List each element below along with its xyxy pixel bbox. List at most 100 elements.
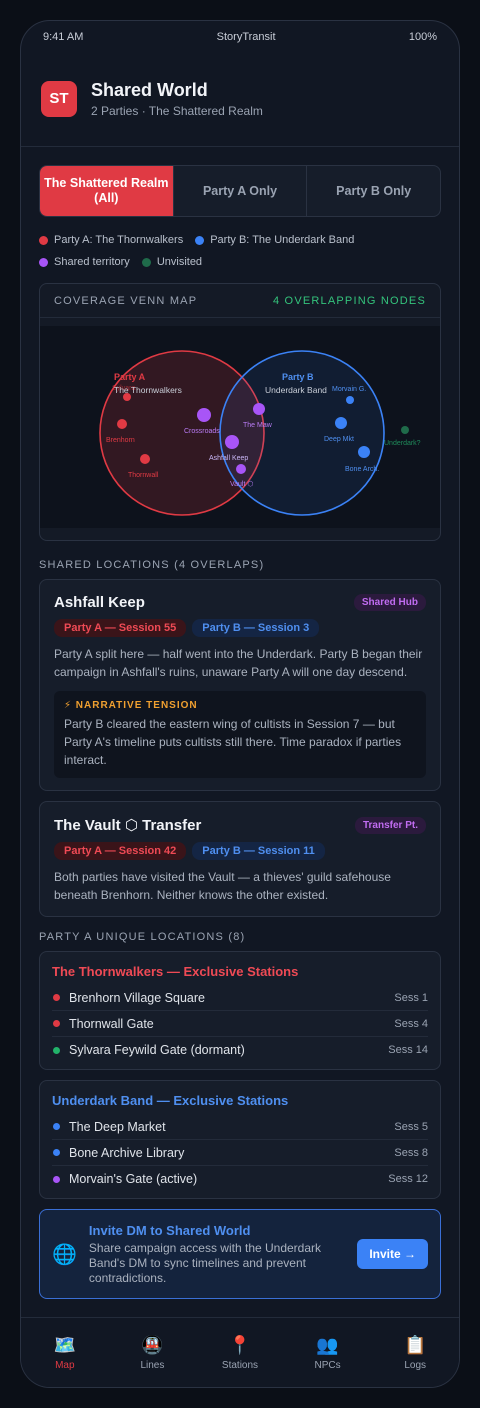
tab-map[interactable]: 🗺️ Map xyxy=(21,1318,109,1387)
legend-label: Shared territory xyxy=(54,256,130,268)
tab-logs[interactable]: 📋 Logs xyxy=(371,1318,459,1387)
node-the-maw[interactable] xyxy=(253,403,265,415)
underdark-stations-card: Underdark Band — Exclusive Stations The … xyxy=(39,1080,441,1199)
thornwalkers-stations-card: The Thornwalkers — Exclusive Stations Br… xyxy=(39,951,441,1070)
station-row[interactable]: Morvain's Gate (active) Sess 12 xyxy=(52,1166,428,1192)
invite-text: Share campaign access with the Underdark… xyxy=(88,1240,322,1285)
station-name: Sylvara Feywild Gate (dormant) xyxy=(69,1043,245,1057)
map-icon: 🗺️ xyxy=(53,1334,76,1355)
node-label-brenhorn: Brenhorn xyxy=(106,437,135,444)
station-row[interactable]: Bone Archive Library Sess 8 xyxy=(52,1140,428,1166)
coverage-venn-map: COVERAGE VENN MAP 4 OVERLAPPING NODES Pa… xyxy=(39,283,441,541)
legend-dot xyxy=(195,235,205,245)
node-brenhorn[interactable] xyxy=(117,419,127,429)
underdark-title: Underdark Band — Exclusive Stations xyxy=(52,1093,289,1108)
tab-label: NPCs xyxy=(314,1359,341,1371)
people-icon: 👥 xyxy=(316,1334,339,1355)
card-title: Ashfall Keep xyxy=(54,594,145,611)
status-bar: 9:41 AM StoryTransit 100% xyxy=(21,21,459,53)
station-row[interactable]: Thornwall Gate Sess 4 xyxy=(52,1011,428,1037)
node-ashfall-keep[interactable] xyxy=(225,435,239,449)
party-a-sub: The Thornwalkers xyxy=(114,385,182,395)
node-vault[interactable] xyxy=(236,464,246,474)
node-deep-market[interactable] xyxy=(335,417,347,429)
venn-diagram: Party A Sylvara The Thornwalkers Party B… xyxy=(40,326,440,528)
party-b-session-tag: Party B — Session 11 xyxy=(192,842,325,860)
shared-section-label: SHARED LOCATIONS (4 OVERLAPS) xyxy=(39,559,265,571)
station-session: Sess 5 xyxy=(394,1120,428,1133)
station-session: Sess 4 xyxy=(394,1017,428,1030)
station-session: Sess 1 xyxy=(394,991,428,1004)
legend-item-unvisited: Unvisited xyxy=(141,251,203,273)
legend-label: Party A: The Thornwalkers xyxy=(54,234,184,246)
card-description: Party A split here — half went into the … xyxy=(54,647,423,679)
station-dot xyxy=(53,1175,60,1183)
app-logo: ST xyxy=(41,80,77,117)
legend-item-party-b: Party B: The Underdark Band xyxy=(195,229,354,251)
legend: Party A: The Thornwalkers Party B: The U… xyxy=(39,229,441,273)
station-session: Sess 14 xyxy=(388,1044,428,1056)
card-description: Both parties have visited the Vault — a … xyxy=(54,870,391,902)
node-label-morvain: Morvain G. xyxy=(332,386,366,393)
node-morvain[interactable] xyxy=(346,396,354,404)
node-underdark-unvisited[interactable] xyxy=(401,426,409,434)
station-dot xyxy=(53,1149,60,1156)
venn-overlap-count: 4 OVERLAPPING NODES xyxy=(272,294,426,307)
legend-label: Unvisited xyxy=(156,256,203,268)
status-app: StoryTransit xyxy=(216,31,276,43)
clipboard-icon: 📋 xyxy=(403,1334,427,1355)
party-a-label: Party A xyxy=(114,372,146,382)
node-crossroads[interactable] xyxy=(197,408,211,422)
station-row[interactable]: Sylvara Feywild Gate (dormant) Sess 14 xyxy=(52,1037,428,1063)
station-row[interactable]: The Deep Market Sess 5 xyxy=(52,1114,428,1140)
station-name: Brenhorn Village Square xyxy=(69,990,205,1005)
thornwalkers-title: The Thornwalkers — Exclusive Stations xyxy=(52,964,299,979)
station-dot xyxy=(53,994,60,1001)
node-thornwall[interactable] xyxy=(140,454,150,464)
node-label-crossroads: Crossroads xyxy=(184,428,220,435)
tab-label: Logs xyxy=(404,1359,427,1371)
station-dot xyxy=(53,1020,60,1027)
node-label-ashfall: Ashfall Keep xyxy=(209,455,248,462)
tab-stations[interactable]: 📍 Stations xyxy=(196,1318,284,1387)
globe-icon: 🌐 xyxy=(52,1243,77,1266)
status-battery: 100% xyxy=(408,31,437,43)
invite-title: Invite DM to Shared World xyxy=(88,1222,251,1238)
station-row[interactable]: Brenhorn Village Square Sess 1 xyxy=(52,985,428,1011)
node-label-maw: The Maw xyxy=(243,422,273,429)
node-label-bone-archive: Bone Arch. xyxy=(345,466,379,473)
venn-title: COVERAGE VENN MAP xyxy=(54,294,198,307)
pin-icon: 📍 xyxy=(228,1334,252,1355)
shared-card-vault[interactable]: The Vault ⬡ Transfer Transfer Pt. Party … xyxy=(39,801,441,917)
station-dot xyxy=(53,1046,60,1054)
tab-label: Stations xyxy=(221,1359,259,1371)
metro-icon: 🚇 xyxy=(141,1334,164,1355)
node-sylvara[interactable] xyxy=(123,393,131,401)
party-b-session-tag: Party B — Session 3 xyxy=(192,619,320,637)
segment-party-b[interactable]: Party B Only xyxy=(306,166,440,216)
party-b-sub: Underdark Band xyxy=(265,385,327,395)
bottom-tab-bar: 🗺️ Map 🚇 Lines 📍 Stations 👥 NPCs 📋 Logs xyxy=(21,1317,459,1387)
node-bone-archive[interactable] xyxy=(358,446,370,458)
tension-text: Party B cleared the eastern wing of cult… xyxy=(64,717,402,767)
segment-party-a[interactable]: Party A Only xyxy=(172,166,307,216)
station-name: Morvain's Gate (active) xyxy=(69,1172,198,1186)
party-b-label: Party B xyxy=(282,372,314,382)
invite-button[interactable]: Invite → xyxy=(357,1239,428,1269)
shared-card-ashfall[interactable]: Ashfall Keep Shared Hub Party A — Sessio… xyxy=(39,579,441,791)
venn-header: COVERAGE VENN MAP 4 OVERLAPPING NODES xyxy=(40,284,440,318)
station-session: Sess 12 xyxy=(388,1173,428,1185)
station-name: The Deep Market xyxy=(69,1119,166,1134)
node-label-thornwall: Thornwall xyxy=(128,472,159,479)
station-name: Thornwall Gate xyxy=(69,1016,154,1031)
page-subtitle: 2 Parties · The Shattered Realm xyxy=(91,103,263,118)
filter-segmented-control: The Shattered Realm (All) Party A Only P… xyxy=(39,165,441,217)
legend-item-shared: Shared territory xyxy=(39,251,130,273)
segment-all[interactable]: The Shattered Realm (All) xyxy=(40,166,173,216)
node-label-deep-market: Deep Mkt xyxy=(324,436,354,443)
tab-label: Lines xyxy=(140,1359,165,1371)
phone-frame: 9:41 AM StoryTransit 100% ST Shared Worl… xyxy=(20,20,460,1388)
legend-label: Party B: The Underdark Band xyxy=(210,234,355,246)
tab-lines[interactable]: 🚇 Lines xyxy=(109,1318,197,1387)
tab-npcs[interactable]: 👥 NPCs xyxy=(284,1318,372,1387)
